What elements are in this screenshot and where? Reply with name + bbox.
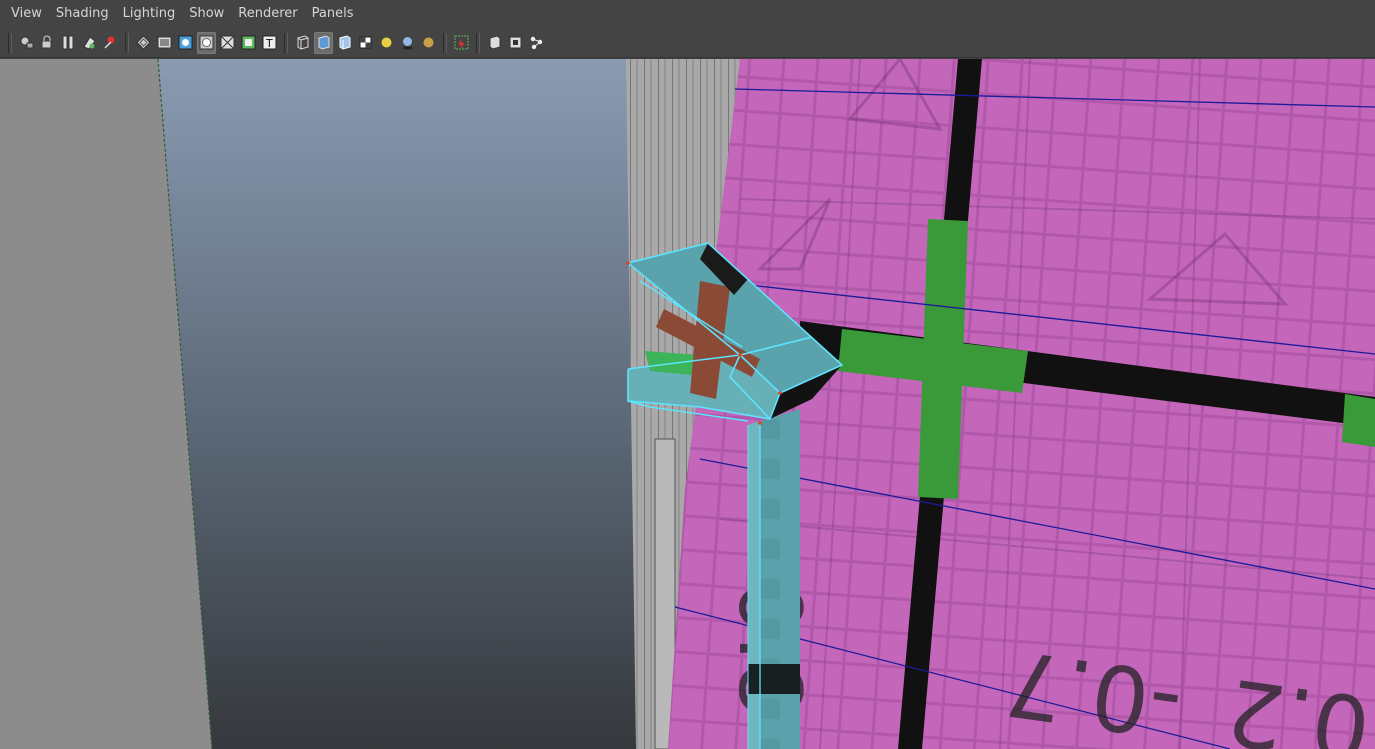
field-chart-button[interactable] <box>218 32 237 54</box>
menu-lighting[interactable]: Lighting <box>116 0 183 28</box>
gradient-wall <box>158 59 640 749</box>
resolution-gate-icon <box>178 35 193 50</box>
isolate-select-icon <box>454 35 469 50</box>
shadows-button[interactable] <box>398 32 417 54</box>
textured-icon <box>358 35 373 50</box>
menu-view[interactable]: View <box>4 0 49 28</box>
select-camera-icon <box>19 35 34 50</box>
toolbar-separator <box>284 32 288 53</box>
toolbar-separator <box>443 32 447 53</box>
safe-action-icon <box>241 35 256 50</box>
textured-button[interactable] <box>356 32 375 54</box>
toolbar-grip[interactable] <box>8 32 12 53</box>
select-camera-button[interactable] <box>17 32 36 54</box>
high-quality-icon <box>421 35 436 50</box>
gate-mask-icon <box>199 35 214 50</box>
wireframe-button[interactable] <box>293 32 312 54</box>
grid-button[interactable] <box>134 32 153 54</box>
default-lighting-icon <box>379 35 394 50</box>
grid-icon <box>136 35 151 50</box>
xray-components-button[interactable] <box>527 32 546 54</box>
resolution-gate-button[interactable] <box>176 32 195 54</box>
lock-camera-icon <box>40 35 55 50</box>
selected-mesh-post[interactable] <box>747 409 800 749</box>
field-chart-icon <box>220 35 235 50</box>
menu-show[interactable]: Show <box>182 0 231 28</box>
bookmark-button[interactable] <box>80 32 99 54</box>
smooth-shade-icon <box>316 35 331 50</box>
toolbar-separator <box>476 32 480 53</box>
safe-title-icon: T <box>262 35 277 50</box>
toolbar-separator <box>125 32 129 53</box>
shadows-icon <box>400 35 415 50</box>
safe-action-button[interactable] <box>239 32 258 54</box>
high-quality-button[interactable] <box>419 32 438 54</box>
xray-components-icon <box>529 35 544 50</box>
menu-shading[interactable]: Shading <box>49 0 116 28</box>
default-lighting-button[interactable] <box>377 32 396 54</box>
wireframe-on-shaded-button[interactable] <box>335 32 354 54</box>
xray-joints-icon <box>508 35 523 50</box>
panel-toolbar: T <box>0 28 1375 58</box>
xray-joints-button[interactable] <box>506 32 525 54</box>
isolate-select-button[interactable] <box>452 32 471 54</box>
wireframe-icon <box>295 35 310 50</box>
safe-title-button[interactable]: T <box>260 32 279 54</box>
panel-menubar: View Shading Lighting Show Renderer Panels <box>0 0 1375 28</box>
film-gate-button[interactable] <box>155 32 174 54</box>
image-plane-button[interactable] <box>101 32 120 54</box>
smooth-shade-button[interactable] <box>314 31 333 54</box>
camera-attributes-button[interactable] <box>59 32 78 54</box>
camera-attributes-icon <box>61 35 76 50</box>
image-plane-icon <box>103 35 118 50</box>
viewport-scene[interactable]: -0.8 -0.7 0.2 <box>0 59 1375 749</box>
svg-text:T: T <box>265 37 273 50</box>
bookmark-icon <box>82 35 97 50</box>
gate-mask-button[interactable] <box>197 31 216 54</box>
menu-renderer[interactable]: Renderer <box>231 0 304 28</box>
xray-icon <box>487 35 502 50</box>
3d-viewport[interactable]: -0.8 -0.7 0.2 <box>0 59 1375 749</box>
lock-camera-button[interactable] <box>38 32 57 54</box>
xray-button[interactable] <box>485 32 504 54</box>
film-gate-icon <box>157 35 172 50</box>
menu-panels[interactable]: Panels <box>305 0 361 28</box>
wireframe-on-shaded-icon <box>337 35 352 50</box>
